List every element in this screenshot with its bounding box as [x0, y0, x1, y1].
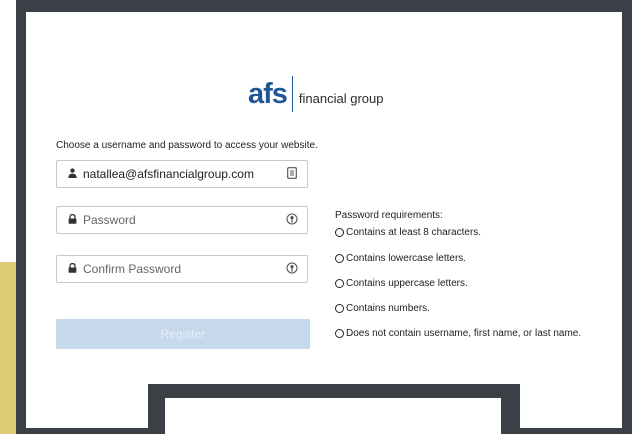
accent-strip	[0, 262, 16, 434]
registration-card: afs financial group Choose a username an…	[26, 12, 622, 428]
username-field[interactable]: natallea@afsfinancialgroup.com	[56, 160, 308, 188]
logo-subtitle: financial group	[298, 90, 384, 106]
confirm-password-placeholder: Confirm Password	[83, 262, 182, 276]
circle-icon	[335, 228, 344, 237]
username-value: natallea@afsfinancialgroup.com	[83, 167, 254, 181]
requirement-text: Contains lowercase letters.	[346, 253, 467, 264]
afs-logo: afs financial group	[248, 74, 383, 114]
requirement-item: Does not contain username, first name, o…	[335, 328, 581, 339]
requirement-item: Contains at least 8 characters.	[335, 227, 481, 238]
password-field[interactable]: Password	[56, 206, 308, 234]
password-placeholder: Password	[83, 213, 136, 227]
key-icon[interactable]	[283, 261, 301, 277]
requirement-text: Does not contain username, first name, o…	[346, 328, 582, 339]
register-button[interactable]: Register	[56, 319, 310, 349]
logo-divider	[291, 76, 293, 112]
lock-icon	[61, 213, 83, 227]
circle-icon	[335, 279, 344, 288]
user-icon	[61, 167, 83, 181]
intro-text: Choose a username and password to access…	[56, 140, 318, 151]
requirement-item: Contains uppercase letters.	[335, 278, 468, 289]
requirement-text: Contains at least 8 characters.	[346, 227, 482, 238]
requirement-item: Contains lowercase letters.	[335, 253, 466, 264]
requirement-text: Contains numbers.	[346, 303, 430, 314]
circle-icon	[335, 254, 344, 263]
lock-icon	[61, 262, 83, 276]
contact-card-icon[interactable]	[283, 166, 301, 182]
circle-icon	[335, 304, 344, 313]
key-icon[interactable]	[283, 212, 301, 228]
password-requirements-title: Password requirements:	[335, 210, 443, 221]
requirement-item: Contains numbers.	[335, 303, 430, 314]
requirement-text: Contains uppercase letters.	[346, 278, 468, 289]
confirm-password-field[interactable]: Confirm Password	[56, 255, 308, 283]
logo-mark: afs	[248, 77, 288, 110]
circle-icon	[335, 329, 344, 338]
secondary-device-screen	[165, 398, 501, 434]
